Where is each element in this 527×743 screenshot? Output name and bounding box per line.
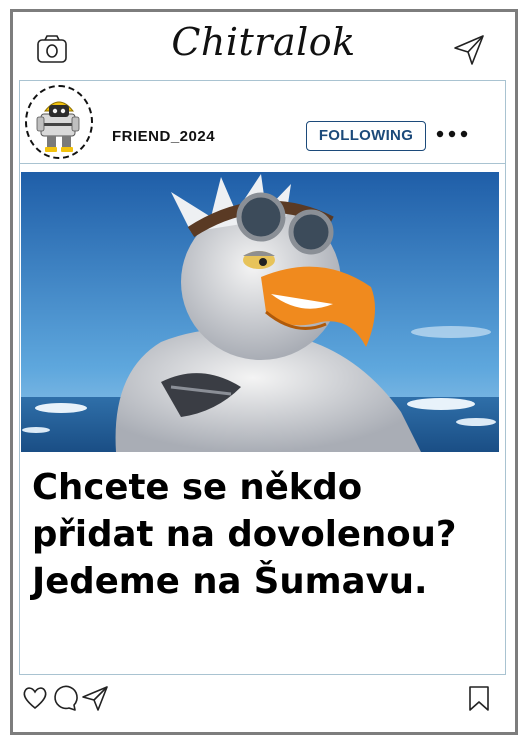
following-button[interactable]: FOLLOWING <box>306 121 426 151</box>
username[interactable]: FRIEND_2024 <box>112 128 215 145</box>
send-icon[interactable] <box>452 33 486 67</box>
post-caption: Chcete se někdo přidat na dovolenou? Jed… <box>32 467 457 602</box>
avatar[interactable] <box>25 85 93 159</box>
heart-icon[interactable] <box>21 684 49 712</box>
more-dots-icon[interactable] <box>435 127 473 141</box>
divider <box>19 163 506 164</box>
comment-icon[interactable] <box>51 684 79 712</box>
post-header: FRIEND_2024 FOLLOWING <box>19 81 506 163</box>
post-image[interactable] <box>21 172 499 452</box>
app-title: Chitralok <box>171 20 356 64</box>
bookmark-icon[interactable] <box>465 684 493 712</box>
share-icon[interactable] <box>81 684 109 712</box>
action-bar <box>19 678 506 718</box>
